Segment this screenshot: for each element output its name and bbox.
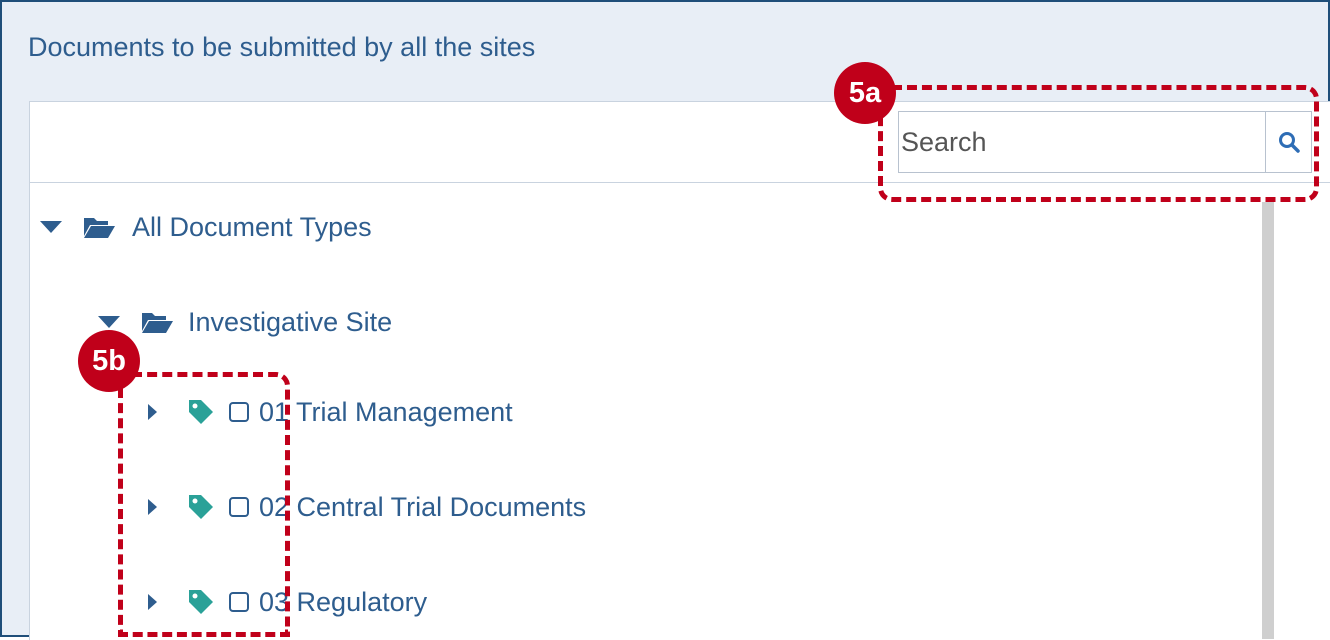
tree-item-label: 02 Central Trial Documents bbox=[259, 491, 587, 522]
caret-down-icon[interactable] bbox=[40, 221, 62, 233]
callout-5a-highlight bbox=[878, 85, 1319, 202]
tree-scrollbar[interactable] bbox=[1262, 202, 1274, 639]
folder-open-icon bbox=[84, 218, 115, 238]
tree-node-label: Investigative Site bbox=[188, 306, 393, 337]
tree-node-label: All Document Types bbox=[132, 211, 372, 242]
tree-item-label: 01 Trial Management bbox=[259, 396, 513, 427]
tree-node-all-document-types[interactable]: All Document Types bbox=[40, 207, 372, 247]
caret-down-icon[interactable] bbox=[98, 316, 120, 328]
folder-open-icon bbox=[142, 313, 173, 333]
callout-5b-highlight bbox=[118, 372, 290, 637]
callout-5b-badge: 5b bbox=[78, 330, 140, 392]
callout-5a-badge: 5a bbox=[834, 62, 896, 124]
panel-title: Documents to be submitted by all the sit… bbox=[28, 32, 536, 62]
tree-node-investigative-site[interactable]: Investigative Site bbox=[98, 302, 392, 342]
